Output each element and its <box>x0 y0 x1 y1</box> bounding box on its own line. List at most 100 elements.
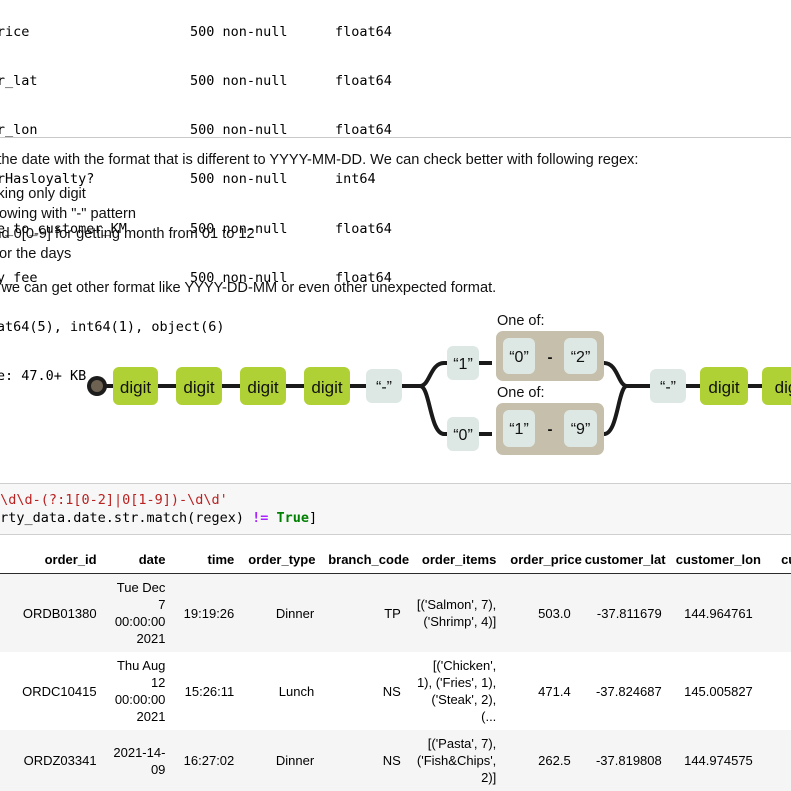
code-line-2: y_data[dirty_data.date.str.match(regex) … <box>0 509 791 527</box>
cell-customer-loyalty <box>760 652 791 730</box>
info-col-count: 500 non-null <box>190 73 335 89</box>
cell-order-price: 262.5 <box>503 730 577 791</box>
cell-order-items: [('Chicken', 1), ('Fries', 1), ('Steak',… <box>408 652 503 730</box>
table-header-row: order_id date time order_type branch_cod… <box>0 548 791 574</box>
cell-time: 19:19:26 <box>172 574 241 653</box>
literal-node-dash-tail: “-” <box>650 369 686 403</box>
cell-time: 15:26:11 <box>172 652 241 730</box>
range-from-bottom: “1” <box>503 410 535 447</box>
range-to-bottom: “9” <box>564 410 597 447</box>
info-col-dtype: float64 <box>335 122 392 138</box>
digit-node: dig <box>762 367 791 405</box>
digit-node: digit <box>700 367 748 405</box>
cell-customer-lat: -37.819808 <box>578 730 669 791</box>
prose-outro: this regex, we can get other format like… <box>0 278 791 298</box>
svg-text:“-”: “-” <box>660 379 676 396</box>
code-token-boolean: True <box>277 510 310 526</box>
cell-customer-lon: 144.964761 <box>669 574 760 653</box>
svg-text:“2”: “2” <box>571 349 591 366</box>
cell-customer-loyalty <box>760 574 791 653</box>
list-item: hen following with "-" pattern <box>0 204 791 224</box>
svg-text:digit: digit <box>708 378 739 397</box>
prose-bullet-list: d for taking only digit hen following wi… <box>0 184 791 264</box>
table-body: ORDB01380 Tue Dec 7 00:00:00 2021 19:19:… <box>0 574 791 791</box>
regex-railroad-diagram: digit digit digit digit “-” “1” “0” <box>0 305 791 475</box>
cell-customer-lat: -37.824687 <box>578 652 669 730</box>
list-item: \d\d is for the days <box>0 244 791 264</box>
info-col-name: order_price <box>0 24 190 40</box>
svg-text:“1”: “1” <box>509 421 529 438</box>
dataframe-table: order_id date time order_type branch_cod… <box>0 548 791 791</box>
info-col-count: 500 non-null <box>190 24 335 40</box>
svg-text:“-”: “-” <box>376 379 392 396</box>
cell-customer-lon: 144.974575 <box>669 730 760 791</box>
svg-text:digit: digit <box>183 378 214 397</box>
prose-intro: t to get all the date with the format th… <box>0 150 791 170</box>
code-token-string: '\d\d\d\d-(?:1[0-2]|0[1-9])-\d\d' <box>0 492 228 508</box>
branch-bottom-lead: “0” <box>447 417 479 451</box>
column-header-time[interactable]: time <box>172 548 241 574</box>
cell-order-id: ORDB01380 <box>6 574 104 653</box>
dataframe-output: order_id date time order_type branch_cod… <box>0 548 791 791</box>
column-header-customer-lat[interactable]: customer_lat <box>578 548 669 574</box>
branch-top-lead: “1” <box>447 346 479 380</box>
cell-order-items: [('Pasta', 7), ('Fish&Chips', 2)] <box>408 730 503 791</box>
cell-order-price: 471.4 <box>503 652 577 730</box>
literal-node-dash: “-” <box>366 369 402 403</box>
cell-customer-lat: -37.811679 <box>578 574 669 653</box>
cell-order-price: 503.0 <box>503 574 577 653</box>
info-col-dtype: float64 <box>335 73 392 89</box>
info-col-dtype: float64 <box>335 24 392 40</box>
code-cell[interactable]: x = '\d\d\d\d-(?:1[0-2]|0[1-9])-\d\d' y_… <box>0 483 791 535</box>
code-line-1: x = '\d\d\d\d-(?:1[0-2]|0[1-9])-\d\d' <box>0 491 791 509</box>
range-dash-bottom: - <box>548 421 553 438</box>
svg-text:digit: digit <box>311 378 342 397</box>
svg-text:dig: dig <box>775 378 791 397</box>
digit-node: digit <box>240 367 286 405</box>
svg-text:“1”: “1” <box>453 356 473 373</box>
digit-node: digit <box>113 367 158 405</box>
cell-order-type: Dinner <box>241 730 321 791</box>
column-header-branch-code[interactable]: branch_code <box>321 548 408 574</box>
list-item: d for taking only digit <box>0 184 791 204</box>
table-row: ORDZ03341 2021-14-09 16:27:02 Dinner NS … <box>0 730 791 791</box>
table-row: ORDC10415 Thu Aug 12 00:00:00 2021 15:26… <box>0 652 791 730</box>
markdown-prose: t to get all the date with the format th… <box>0 150 791 312</box>
info-line-row: order_price500 non-nullfloat64 <box>0 24 392 40</box>
range-to-top: “2” <box>564 338 597 374</box>
column-header-order-type[interactable]: order_type <box>241 548 321 574</box>
code-token-operator: != <box>252 510 276 526</box>
info-line-row: customer_lat500 non-nullfloat64 <box>0 73 392 89</box>
cell-divider <box>0 137 791 138</box>
cell-order-id: ORDC10415 <box>6 652 104 730</box>
column-header-order-price[interactable]: order_price <box>503 548 577 574</box>
table-row: ORDB01380 Tue Dec 7 00:00:00 2021 19:19:… <box>0 574 791 653</box>
digit-node: digit <box>176 367 222 405</box>
digit-node: digit <box>304 367 350 405</box>
svg-text:digit: digit <box>120 378 151 397</box>
cell-branch-code: NS <box>321 652 408 730</box>
code-token-prefix: y_data[dirty_data.date.str.match(regex) <box>0 510 252 526</box>
one-of-label-top: One of: <box>497 313 545 329</box>
cell-order-type: Lunch <box>241 652 321 730</box>
cell-order-type: Dinner <box>241 574 321 653</box>
column-header-customer-loyalty[interactable]: customerHaslo <box>760 548 791 574</box>
range-dash-top: - <box>548 349 553 366</box>
column-header-date[interactable]: date <box>104 548 173 574</box>
svg-text:“0”: “0” <box>453 427 473 444</box>
cell-date: 2021-14-09 <box>104 730 173 791</box>
svg-text:“0”: “0” <box>509 349 529 366</box>
start-node-core-icon <box>91 380 103 392</box>
list-item: [0-2] and 0[0-9] for getting month from … <box>0 224 791 244</box>
column-header-order-items[interactable]: order_items <box>408 548 503 574</box>
one-of-label-bottom: One of: <box>497 385 545 401</box>
cell-customer-loyalty <box>760 730 791 791</box>
column-header-order-id[interactable]: order_id <box>6 548 104 574</box>
svg-text:“9”: “9” <box>571 421 591 438</box>
column-header-customer-lon[interactable]: customer_lon <box>669 548 760 574</box>
cell-customer-lon: 145.005827 <box>669 652 760 730</box>
cell-date: Thu Aug 12 00:00:00 2021 <box>104 652 173 730</box>
cell-order-id: ORDZ03341 <box>6 730 104 791</box>
cell-time: 16:27:02 <box>172 730 241 791</box>
info-col-name: customer_lat <box>0 73 190 89</box>
